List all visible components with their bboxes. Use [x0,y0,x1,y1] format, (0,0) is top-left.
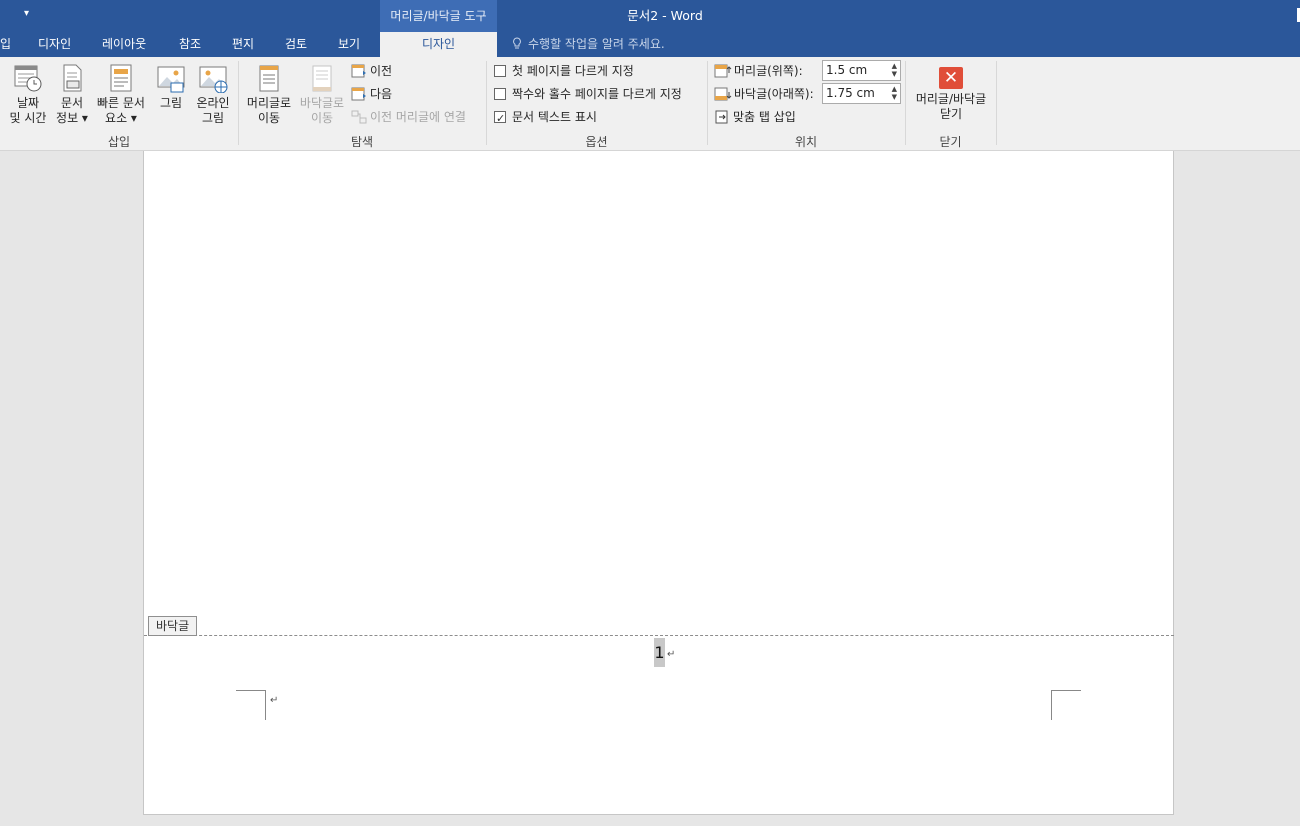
calendar-clock-icon [14,65,42,92]
document-info-button[interactable]: 문서 정보 ▾ [54,63,90,126]
crop-mark-right [1051,690,1081,720]
insert-alignment-tab-button[interactable]: 맞춤 탭 삽입 [714,107,796,127]
quick-parts-button[interactable]: 빠른 문서 요소 ▾ [94,63,148,126]
next-section-icon [351,87,366,101]
link-previous-icon [351,110,367,124]
footer-tag: 바닥글 [148,616,198,636]
show-document-text-box[interactable] [494,109,506,129]
picture-icon [157,66,185,93]
goto-footer-label-1: 바닥글로 [299,96,345,110]
close-icon: ✕ [939,67,963,89]
show-document-text-label: 문서 텍스트 표시 [512,110,597,124]
previous-label: 이전 [370,64,393,78]
header-footer-tools-label: 머리글/바닥글 도구 [380,0,497,32]
crop-mark-left [236,690,266,720]
header-from-top-value: 1.5 cm [826,63,868,77]
tab-review[interactable]: 검토 [285,32,307,57]
pictures-label: 그림 [159,96,183,110]
position-group-label: 위치 [794,135,818,149]
online-pictures-label-1: 온라인 [196,96,230,110]
next-label: 다음 [370,87,393,101]
group-divider [996,61,997,145]
goto-footer-icon [312,65,332,92]
footer-spin-arrows-icon[interactable]: ▲ ▼ [892,85,897,101]
ribbon-tab-bar: 입 디자인 레이아웃 참조 편지 검토 보기 디자인 수행할 작업을 알려 주세… [0,32,1300,57]
insert-alignment-tab-label: 맞춤 탭 삽입 [733,110,796,124]
footer-boundary-line [144,635,1174,636]
options-group-label: 옵션 [585,135,608,149]
different-first-page-label: 첫 페이지를 다르게 지정 [512,64,634,78]
goto-header-label-1: 머리글로 [246,96,292,110]
footer-position-icon [714,87,732,101]
tab-design[interactable]: 디자인 [38,32,71,57]
date-time-label-1: 날짜 [16,96,40,110]
tab-mailings[interactable]: 편지 [232,32,254,57]
close-header-footer-button[interactable]: ✕ 머리글/바닥글 닫기 [908,67,994,122]
date-time-label-2: 및 시간 [9,111,47,125]
quick-parts-label-2: 요소 ▾ [105,111,137,125]
tab-layout[interactable]: 레이아웃 [102,32,146,57]
close-header-footer-label-1: 머리글/바닥글 [915,92,987,106]
paragraph-mark-icon: ↵ [270,695,279,706]
previous-button[interactable]: 이전 [351,61,392,81]
goto-header-button[interactable]: 머리글로 이동 [244,63,294,126]
footer-from-bottom-text: 바닥글(아래쪽): [734,87,814,101]
tab-header-footer-design[interactable]: 디자인 [380,32,497,57]
tab-references[interactable]: 참조 [179,32,201,57]
tell-me-text: 수행할 작업을 알려 주세요. [528,37,665,51]
window-title: 문서2 - Word [627,8,703,23]
header-from-top-input[interactable]: 1.5 cm ▲ ▼ [822,60,901,81]
tell-me-box[interactable]: 수행할 작업을 알려 주세요. [512,32,665,57]
header-position-icon [714,64,732,78]
document-info-icon [63,64,82,92]
previous-section-icon [351,64,366,78]
ribbon: 날짜 및 시간 문서 정보 ▾ 빠른 문서 요소 ▾ 그림 온라인 그림 삽입 … [0,57,1300,151]
quick-parts-label-1: 빠른 문서 [97,96,145,110]
close-group-label: 닫기 [939,135,962,149]
document-info-label-1: 문서 [60,96,84,110]
lightbulb-icon [513,37,521,49]
footer-from-bottom-input[interactable]: 1.75 cm ▲ ▼ [822,83,901,104]
online-pictures-label-2: 그림 [201,111,225,125]
different-odd-even-box[interactable] [494,88,506,100]
header-from-top-label: 머리글(위쪽): [714,61,803,81]
online-picture-icon [199,66,228,93]
alignment-tab-icon [715,110,728,124]
tab-view[interactable]: 보기 [338,32,360,57]
goto-footer-button[interactable]: 바닥글로 이동 [296,63,348,126]
date-time-button[interactable]: 날짜 및 시간 [6,63,50,126]
paragraph-mark-icon: ↵ [667,649,676,660]
goto-header-icon [259,65,279,92]
customize-qat-icon[interactable]: ▾ [24,8,29,19]
different-first-page-checkbox[interactable]: 첫 페이지를 다르게 지정 [494,61,634,81]
document-info-label-2: 정보 ▾ [56,111,88,125]
goto-footer-label-2: 이동 [310,111,334,125]
link-to-previous-button[interactable]: 이전 머리글에 연결 [351,107,466,127]
show-document-text-checkbox[interactable]: 문서 텍스트 표시 [494,107,597,129]
tab-insert-partial[interactable]: 입 [0,32,11,57]
close-header-footer-label-2: 닫기 [939,107,963,121]
footer-from-bottom-value: 1.75 cm [826,86,875,100]
navigation-group-label: 탐색 [350,135,374,149]
different-first-page-box[interactable] [494,65,506,77]
header-from-top-text: 머리글(위쪽): [734,64,803,78]
different-odd-even-label: 짝수와 홀수 페이지를 다르게 지정 [512,87,682,101]
goto-header-label-2: 이동 [257,111,281,125]
pictures-button[interactable]: 그림 [154,63,188,111]
insert-group-label: 삽입 [107,135,131,149]
next-button[interactable]: 다음 [351,84,392,104]
quick-parts-icon [110,64,132,92]
title-bar: ▾ 머리글/바닥글 도구 문서2 - Word [0,0,1300,32]
online-pictures-button[interactable]: 온라인 그림 [192,63,234,126]
document-page[interactable]: 바닥글 1 ↵ ↵ [143,151,1174,815]
page-number-field[interactable]: 1 [654,638,665,667]
footer-from-bottom-label: 바닥글(아래쪽): [714,84,814,104]
header-spin-arrows-icon[interactable]: ▲ ▼ [892,62,897,78]
different-odd-even-checkbox[interactable]: 짝수와 홀수 페이지를 다르게 지정 [494,84,682,104]
link-to-previous-label: 이전 머리글에 연결 [370,110,466,124]
